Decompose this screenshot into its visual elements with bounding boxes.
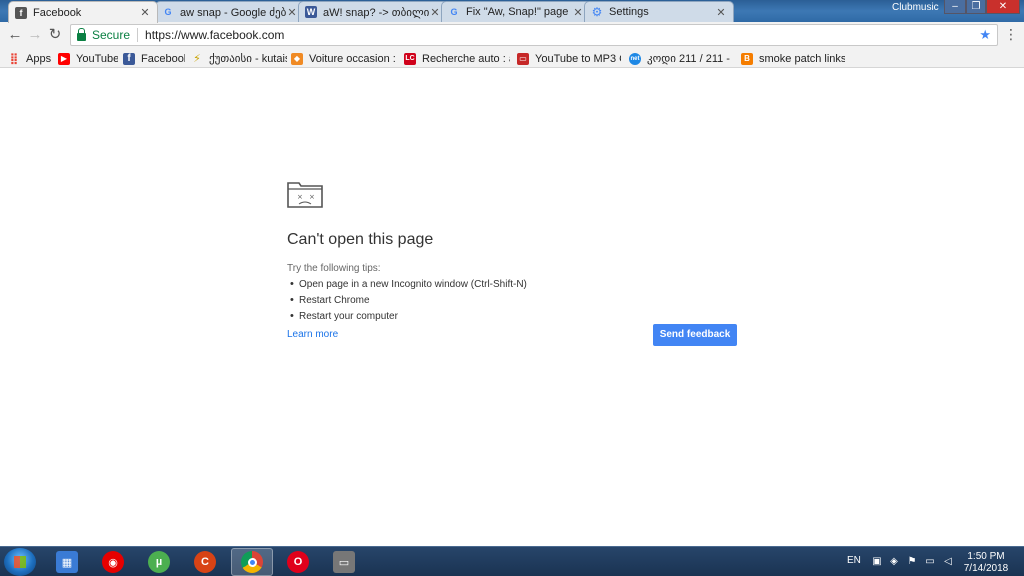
google-icon: G xyxy=(164,7,172,17)
restore-button[interactable]: ❐ xyxy=(966,0,986,14)
minimize-button[interactable]: – xyxy=(944,0,966,14)
clock-time[interactable]: 1:50 PM xyxy=(960,551,1012,562)
window-brand: Clubmusic xyxy=(892,2,939,13)
chrome-icon xyxy=(241,551,263,573)
taskbar-vodafone[interactable]: ◉ xyxy=(92,548,134,576)
network-app-icon[interactable]: ▣ xyxy=(871,556,883,568)
bookmark-kutaisi[interactable]: ⚡ ქუთაისი - kutaisi xyxy=(191,51,287,66)
taskbar-ccleaner[interactable]: C xyxy=(184,548,226,576)
taskbar-utorrent[interactable]: µ xyxy=(138,548,180,576)
tab-aw-snap-forum[interactable]: W aW! snap? -> თბილისის ✕ xyxy=(298,1,448,22)
bookmark-label: YouTube xyxy=(76,52,118,65)
apps-icon: ⣿ xyxy=(9,53,19,65)
bookmark-youtube-mp3[interactable]: ▭ YouTube to MP3 Co xyxy=(517,51,621,66)
divider xyxy=(137,28,139,42)
tab-title: Settings xyxy=(609,6,649,18)
bookmark-label: Voiture occasion : no xyxy=(309,52,397,65)
error-title: Can't open this page xyxy=(287,231,434,248)
tip-incognito: Open page in a new Incognito window (Ctr… xyxy=(287,279,737,290)
volume-icon[interactable]: ◁ xyxy=(942,556,954,568)
youtube-icon: ▶ xyxy=(58,52,70,65)
net-icon: net xyxy=(629,52,641,65)
site-icon: ◆ xyxy=(291,52,303,65)
bookmarks-bar: ⣿ Apps ▶ YouTube f Facebook ⚡ ქუთაისი - … xyxy=(0,48,1024,68)
tab-title: Fix "Aw, Snap!" page cra xyxy=(466,6,572,18)
toolbar: ← → ↻ Secure https://www.facebook.com ★ … xyxy=(0,22,1024,48)
chat-icon: ▭ xyxy=(333,551,355,573)
bookmark-label: კოდი 211 / 211 - ac xyxy=(647,53,733,65)
close-icon[interactable]: ✕ xyxy=(139,6,151,19)
taskbar-chrome[interactable] xyxy=(231,548,273,576)
ccleaner-icon: C xyxy=(194,551,216,573)
site-icon: ▭ xyxy=(517,52,529,65)
close-icon[interactable]: ✕ xyxy=(429,6,441,19)
facebook-icon: f xyxy=(15,6,27,19)
forward-icon[interactable]: → xyxy=(26,26,44,44)
error-panel: × × Can't open this page Try the followi… xyxy=(287,180,737,322)
close-icon[interactable]: ✕ xyxy=(715,6,727,19)
facebook-icon: f xyxy=(123,52,135,65)
close-icon[interactable]: ✕ xyxy=(572,6,584,19)
bookmark-label: Apps xyxy=(26,52,52,65)
start-button[interactable] xyxy=(4,548,36,576)
taskbar-opera[interactable]: O xyxy=(277,548,319,576)
google-icon: G xyxy=(450,7,458,17)
bookmark-facebook[interactable]: f Facebook xyxy=(123,51,185,66)
tab-fix-aw-snap[interactable]: G Fix "Aw, Snap!" page cra ✕ xyxy=(441,1,591,22)
bookmark-label: smoke patch links: P xyxy=(759,52,845,65)
bookmark-smoke-patch[interactable]: B smoke patch links: P xyxy=(741,51,845,66)
opera-icon: O xyxy=(287,551,309,573)
bookmark-apps[interactable]: ⣿ Apps xyxy=(8,51,54,66)
tab-title: aw snap - Google ძებნა xyxy=(180,6,286,19)
taskbar: ▦ ◉ µ C O ▭ EN ▣ ◈ ⚑ ▭ ◁ 1:50 PM 7/14/20… xyxy=(0,546,1024,576)
explorer-icon: ▦ xyxy=(56,551,78,573)
taskbar-messenger[interactable]: ▭ xyxy=(323,548,365,576)
menu-icon[interactable]: ⋮ xyxy=(1004,27,1018,43)
tab-title: Facebook xyxy=(33,6,82,19)
language-indicator[interactable]: EN xyxy=(847,555,861,566)
sad-folder-icon: × × xyxy=(287,182,323,208)
back-icon[interactable]: ← xyxy=(6,26,24,44)
bookmark-label: YouTube to MP3 Co xyxy=(535,52,621,65)
bookmark-youtube[interactable]: ▶ YouTube xyxy=(58,51,118,66)
bookmark-voiture[interactable]: ◆ Voiture occasion : no xyxy=(291,51,397,66)
tip-restart-computer: Restart your computer xyxy=(287,311,737,322)
bookmark-label: ქუთაისი - kutaisi xyxy=(209,53,287,65)
url-text[interactable]: https://www.facebook.com xyxy=(145,28,979,42)
bookmark-label: Recherche auto : ann xyxy=(422,52,510,65)
site-icon: ⚡ xyxy=(193,53,201,65)
tab-facebook[interactable]: f Facebook ✕ xyxy=(8,1,158,23)
close-icon[interactable]: ✕ xyxy=(286,6,298,19)
svg-text:×: × xyxy=(297,193,303,201)
tip-restart-chrome: Restart Chrome xyxy=(287,295,737,306)
blogger-icon: B xyxy=(741,52,753,65)
bookmark-recherche-auto[interactable]: LC Recherche auto : ann xyxy=(404,51,510,66)
utorrent-icon: µ xyxy=(148,551,170,573)
learn-more-link[interactable]: Learn more xyxy=(287,329,338,340)
lock-icon xyxy=(77,27,86,41)
svg-text:×: × xyxy=(309,193,315,201)
tab-settings[interactable]: ⚙ Settings ✕ xyxy=(584,1,734,22)
reload-icon[interactable]: ↻ xyxy=(46,26,64,44)
clock-date[interactable]: 7/14/2018 xyxy=(960,563,1012,574)
lc-icon: LC xyxy=(404,52,416,65)
bookmark-kodi-211[interactable]: net კოდი 211 / 211 - ac xyxy=(629,51,733,66)
bookmark-label: Facebook xyxy=(141,52,185,65)
tab-strip: f Facebook ✕ G aw snap - Google ძებნა ✕ … xyxy=(0,0,1024,23)
tab-title: aW! snap? -> თბილისის xyxy=(323,6,429,19)
tab-google-search[interactable]: G aw snap - Google ძებნა ✕ xyxy=(155,1,305,22)
flag-icon[interactable]: ⚑ xyxy=(906,556,918,568)
gear-icon: ⚙ xyxy=(591,5,603,19)
site-icon: W xyxy=(305,6,317,18)
secure-label: Secure xyxy=(92,28,131,42)
display-icon[interactable]: ▭ xyxy=(924,556,936,568)
vodafone-icon: ◉ xyxy=(102,551,124,573)
taskbar-explorer[interactable]: ▦ xyxy=(46,548,88,576)
send-feedback-button[interactable]: Send feedback xyxy=(653,324,737,346)
star-icon[interactable]: ★ xyxy=(979,27,991,43)
tips-heading: Try the following tips: xyxy=(287,263,381,274)
shield-icon[interactable]: ◈ xyxy=(888,556,900,568)
close-window-button[interactable]: ✕ xyxy=(986,0,1020,14)
address-bar[interactable]: Secure https://www.facebook.com ★ xyxy=(70,24,998,46)
